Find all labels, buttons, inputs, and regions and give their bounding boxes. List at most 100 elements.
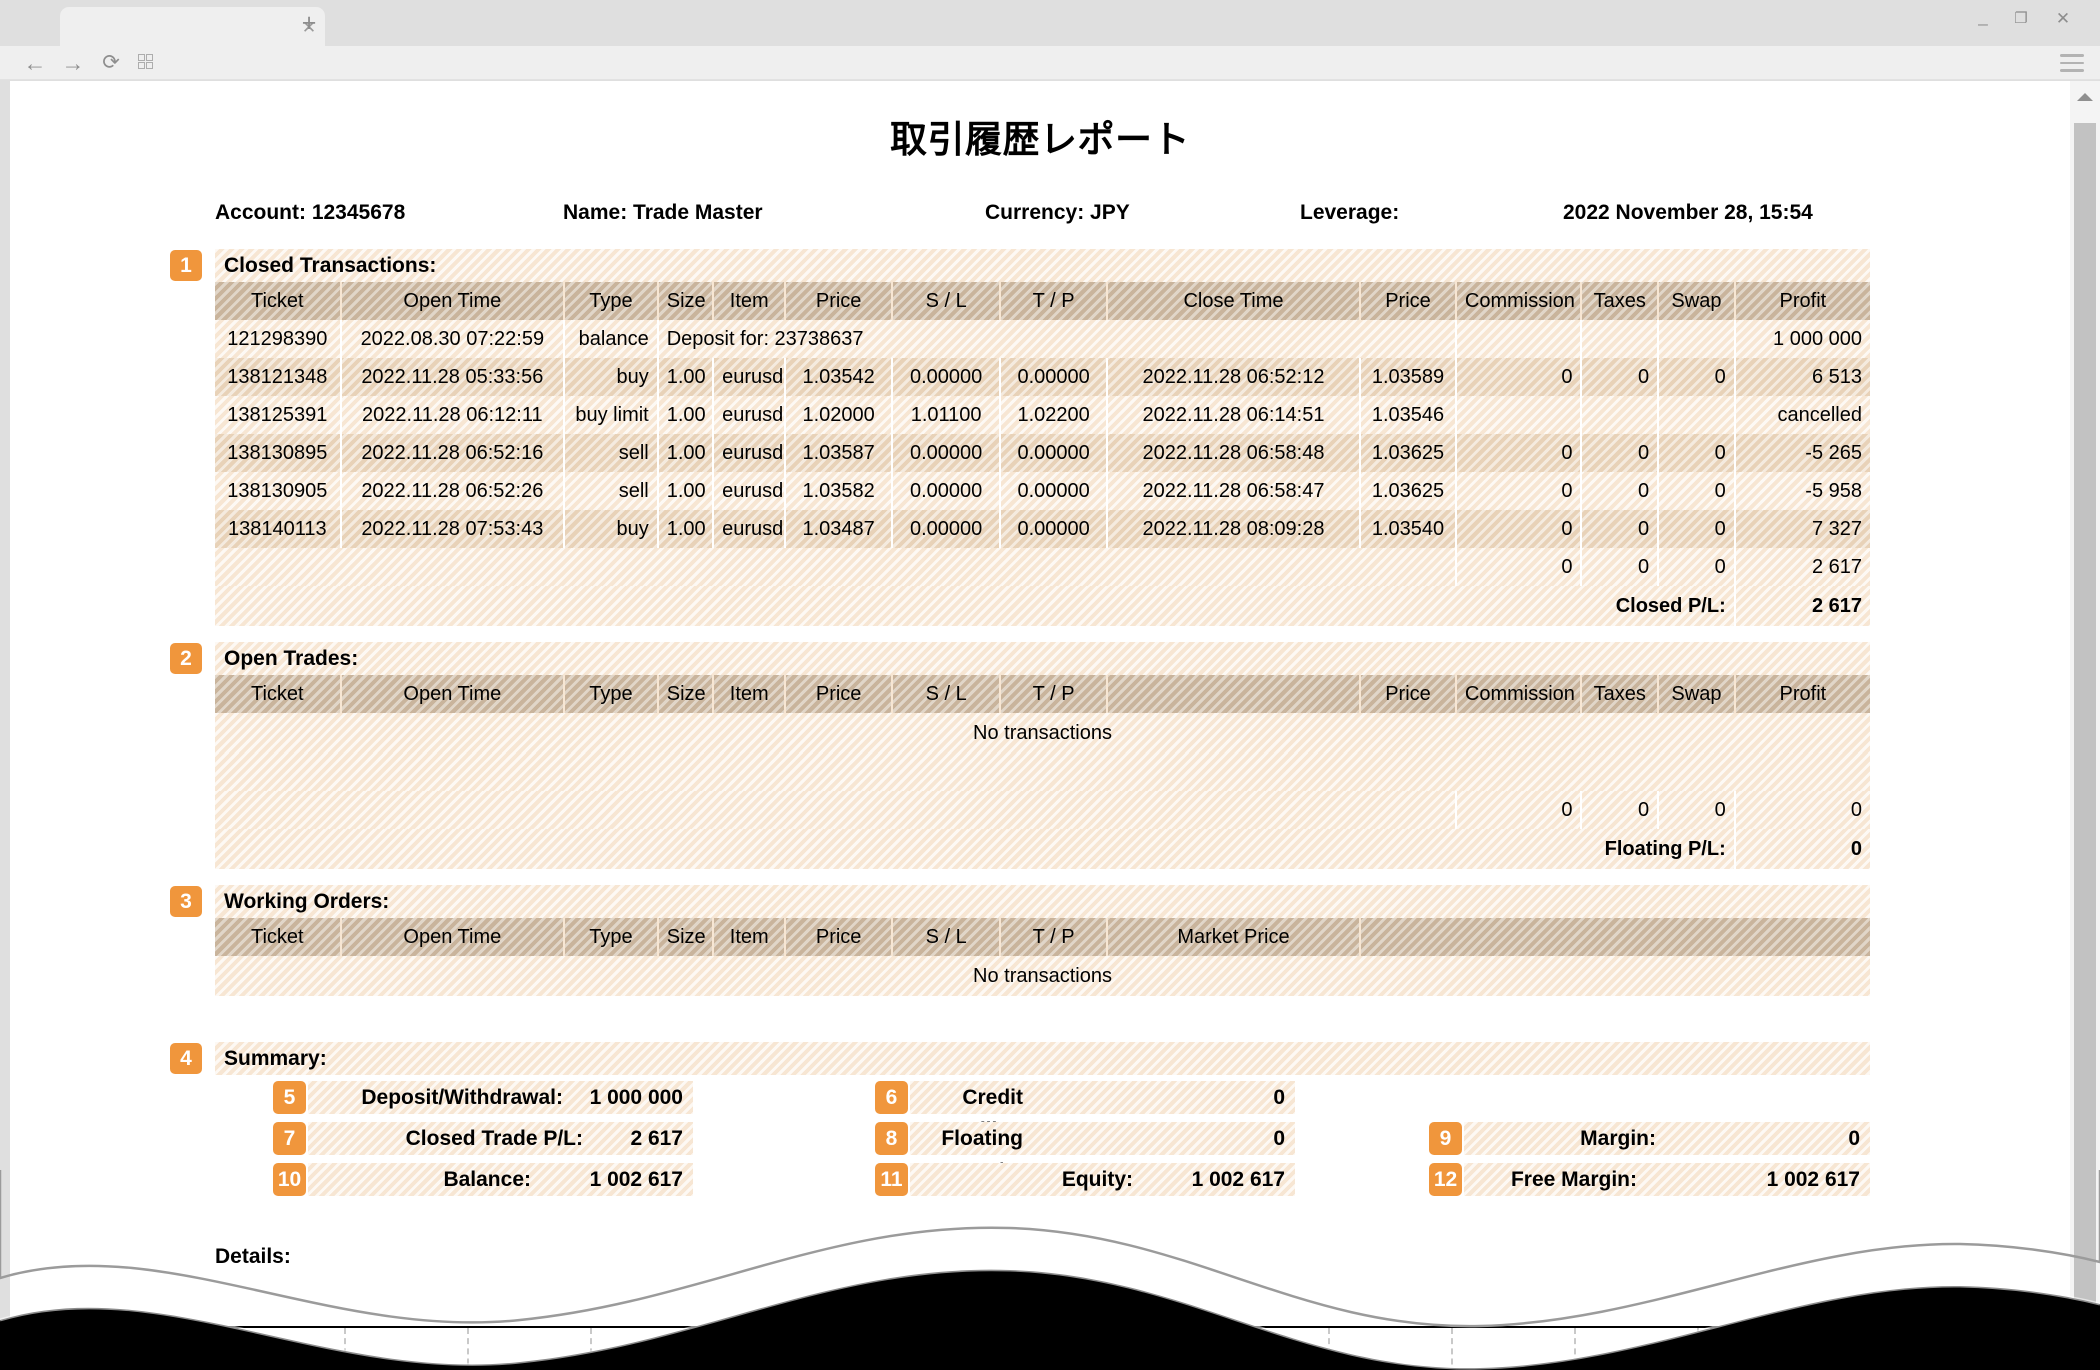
cell-price: 1.03542: [785, 358, 893, 396]
summary-label: Balance:: [443, 1168, 531, 1191]
cell-size: 1.00: [657, 434, 715, 472]
col-price: Price: [785, 282, 893, 320]
table-row[interactable]: 138121348 2022.11.28 05:33:56 buy 1.00 e…: [215, 358, 1870, 396]
cell-ticket: 121298390: [215, 320, 342, 358]
col-sl: S / L: [891, 282, 1002, 320]
summary-body: Deposit/Withdrawal: 1 000 000: [308, 1081, 693, 1114]
cell-tp: 0.00000: [1000, 510, 1108, 548]
empty-row: No transactions: [215, 713, 1870, 753]
table-row[interactable]: 138140113 2022.11.28 07:53:43 buy 1.00 e…: [215, 510, 1870, 548]
cell-size: 1.00: [657, 472, 715, 510]
cell-price: 1.02000: [785, 396, 893, 434]
cell-close-price: 1.03589: [1360, 358, 1457, 396]
summary-item-free-margin: 12 Free Margin: 1 002 617: [1429, 1163, 1870, 1196]
account-leverage: Leverage:: [1300, 201, 1400, 224]
closed-transactions-table: Ticket Open Time Type Size Item Price S …: [215, 282, 1870, 626]
col-tp: T / P: [1000, 282, 1108, 320]
col-market-price: Market Price: [1106, 918, 1362, 956]
col-item: Item: [713, 282, 787, 320]
summary-value: 1 000 000: [589, 1086, 683, 1109]
cell-close-time: 2022.11.28 06:14:51: [1106, 396, 1362, 434]
cell-tp: 1.02200: [1000, 396, 1108, 434]
table-header-row: Ticket Open Time Type Size Item Price S …: [215, 918, 1870, 956]
scrollbar-thumb[interactable]: [2074, 123, 2096, 1333]
grid-icon[interactable]: [132, 48, 162, 78]
closed-pl-value: 2 617: [1811, 594, 1862, 617]
scroll-up-icon[interactable]: [2077, 93, 2093, 101]
summary-badge-8: 8: [875, 1122, 908, 1155]
cell-tp: 0.00000: [1000, 434, 1108, 472]
cell-type: buy: [564, 358, 659, 396]
summary-item-credit-facility: 6 Credit Facility: 0: [875, 1081, 1295, 1142]
cell-taxes: 0: [1581, 434, 1660, 472]
cell-profit: cancelled: [1777, 403, 1862, 426]
col-price: Price: [785, 675, 893, 713]
cell-type: buy: [564, 510, 659, 548]
cell-swap: [1658, 320, 1736, 358]
closed-pl-label: Closed P/L:: [215, 586, 1736, 626]
col-spacer: [1106, 675, 1362, 713]
col-close-time: Close Time: [1106, 282, 1362, 320]
cell-type: balance: [564, 320, 659, 358]
summary-item-deposit-withdrawal: 5 Deposit/Withdrawal: 1 000 000: [273, 1081, 693, 1114]
cell-item: eurusd: [713, 510, 787, 548]
account-name: Name: Trade Master: [563, 201, 763, 224]
col-type: Type: [564, 675, 659, 713]
cell-tp: 0.00000: [1000, 358, 1108, 396]
closed-pl-row: Closed P/L: 2 617: [215, 586, 1870, 626]
cell-ticket: 138125391: [215, 396, 342, 434]
cell-commission: 0: [1455, 510, 1583, 548]
maximize-icon[interactable]: ❐: [2006, 6, 2036, 32]
table-header-row: Ticket Open Time Type Size Item Price S …: [215, 282, 1870, 320]
summary-value: 0: [1848, 1127, 1860, 1150]
col-open-time: Open Time: [340, 282, 566, 320]
hamburger-icon[interactable]: [2060, 54, 2084, 77]
cell-sl: 0.00000: [891, 472, 1002, 510]
cell-item: eurusd: [713, 472, 787, 510]
totals-profit: 2 617: [1811, 555, 1862, 578]
new-tab-icon[interactable]: +: [292, 8, 326, 38]
col-size: Size: [657, 675, 715, 713]
forward-icon[interactable]: →: [58, 48, 88, 78]
table-row[interactable]: 138130895 2022.11.28 06:52:16 sell 1.00 …: [215, 434, 1870, 472]
details-label: Details:: [215, 1245, 291, 1268]
cell-taxes: 0: [1581, 510, 1660, 548]
report-datetime: 2022 November 28, 15:54: [1563, 201, 1813, 224]
cell-ticket: 138130905: [215, 472, 342, 510]
page-viewport: 取引履歴レポート Account: 12345678 Name: Trade M…: [10, 81, 2070, 1370]
summary-body: Margin: 0: [1464, 1122, 1870, 1155]
table-row[interactable]: 138130905 2022.11.28 06:52:26 sell 1.00 …: [215, 472, 1870, 510]
cell-commission: 0: [1455, 472, 1583, 510]
cell-tp: 0.00000: [1000, 472, 1108, 510]
account-number: Account: 12345678: [215, 201, 406, 224]
browser-tab[interactable]: ✕: [60, 7, 325, 46]
col-swap: Swap: [1658, 675, 1736, 713]
summary-item-floating-pl: 8 Floating P/L: 0: [875, 1122, 1295, 1183]
tab-strip: ✕ + _ ❐ ✕: [0, 0, 2100, 46]
table-row[interactable]: 121298390 2022.08.30 07:22:59 balance De…: [215, 320, 1870, 358]
summary-item-margin: 9 Margin: 0: [1429, 1122, 1870, 1155]
col-type: Type: [564, 282, 659, 320]
minimize-icon[interactable]: _: [1968, 4, 1998, 30]
summary-badge-6: 6: [875, 1081, 908, 1114]
page-scrollbar[interactable]: [2070, 81, 2100, 1370]
cell-commission: 0: [1455, 358, 1583, 396]
col-type: Type: [564, 918, 659, 956]
back-icon[interactable]: ←: [20, 48, 50, 78]
cell-commission: [1455, 396, 1583, 434]
col-taxes: Taxes: [1581, 675, 1660, 713]
empty-row: No transactions: [215, 956, 1870, 996]
reload-icon[interactable]: ⟳: [96, 48, 126, 78]
summary-value: 1 002 617: [1766, 1168, 1860, 1191]
summary-badge-11: 11: [875, 1163, 908, 1196]
table-row[interactable]: 138125391 2022.11.28 06:12:11 buy limit …: [215, 396, 1870, 434]
cell-close-time: 2022.11.28 06:58:48: [1106, 434, 1362, 472]
totals-taxes: 0: [1581, 548, 1660, 586]
cell-sl: 0.00000: [891, 434, 1002, 472]
col-tp: T / P: [1000, 918, 1108, 956]
close-window-icon[interactable]: ✕: [2048, 6, 2078, 32]
cell-close-time: 2022.11.28 08:09:28: [1106, 510, 1362, 548]
totals-row: 0 0 0 0: [215, 791, 1870, 829]
section-badge-4: 4: [170, 1043, 202, 1074]
floating-pl-value: 0: [1850, 837, 1862, 860]
